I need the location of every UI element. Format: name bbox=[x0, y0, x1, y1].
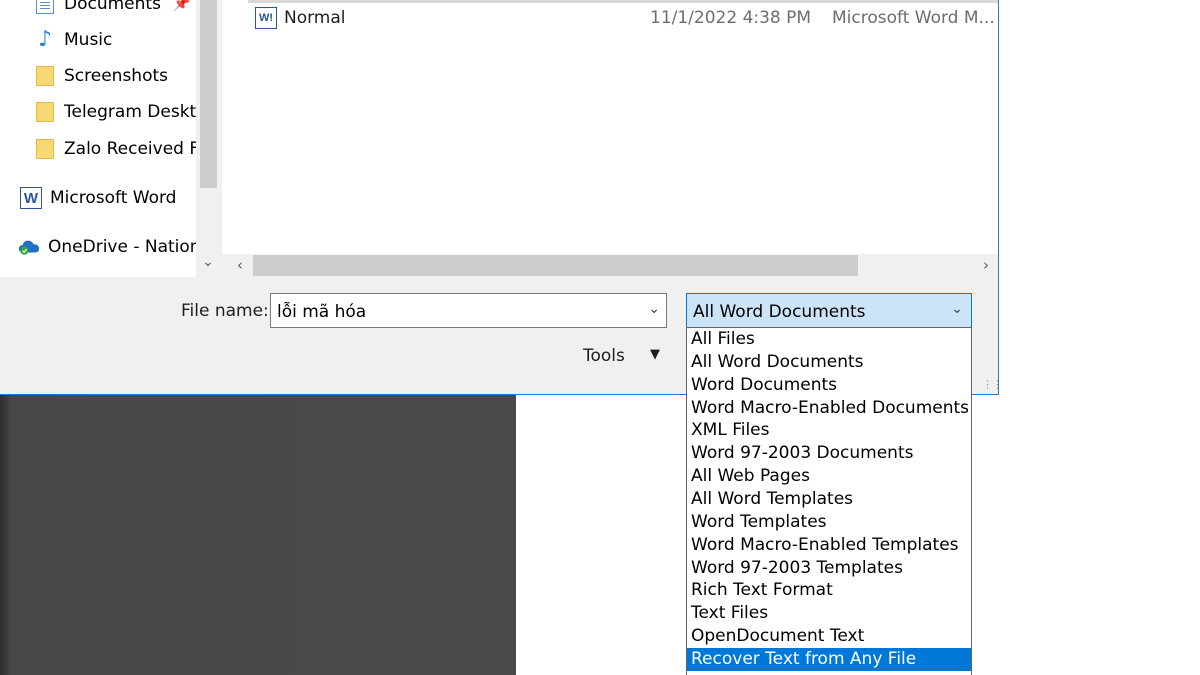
file-date: 11/1/2022 4:38 PM bbox=[650, 8, 812, 28]
folder-icon bbox=[34, 101, 56, 123]
file-type-option[interactable]: All Files bbox=[687, 328, 971, 351]
file-type-option[interactable]: Word Documents bbox=[687, 374, 971, 397]
chevron-down-icon[interactable]: ⌄ bbox=[196, 254, 220, 276]
nav-item-label: Zalo Received Fi bbox=[64, 139, 196, 159]
nav-item-label: Telegram Deskto bbox=[64, 102, 196, 122]
file-type-option[interactable]: All Word Documents bbox=[687, 351, 971, 374]
folder-icon bbox=[34, 65, 56, 87]
horizontal-scrollbar[interactable]: ‹ › bbox=[222, 254, 998, 277]
file-type-dropdown: All Files All Word Documents Word Document… bbox=[686, 327, 972, 675]
file-name-label: File name: bbox=[181, 301, 269, 321]
document-background bbox=[0, 395, 516, 675]
nav-item-label: OneDrive - Nation bbox=[48, 237, 196, 257]
file-type-option[interactable]: Word Macro-Enabled Documents bbox=[687, 397, 971, 420]
nav-item-telegram[interactable]: Telegram Deskto bbox=[34, 97, 196, 127]
navigation-pane: Documents 📌 ♪ Music Screenshots Telegram… bbox=[0, 0, 196, 277]
file-type-option[interactable]: All Web Pages bbox=[687, 465, 971, 488]
file-type-option[interactable]: Word 97-2003 Templates bbox=[687, 557, 971, 580]
folder-icon bbox=[34, 138, 56, 160]
nav-item-documents[interactable]: Documents 📌 bbox=[34, 0, 190, 19]
nav-item-label: Screenshots bbox=[64, 66, 169, 86]
horizontal-scroll-thumb[interactable] bbox=[253, 255, 858, 276]
file-type-selected: All Word Documents bbox=[693, 302, 866, 322]
word-document-icon: W! bbox=[255, 7, 277, 29]
file-type-option[interactable]: All Word Templates bbox=[687, 488, 971, 511]
chevron-right-icon[interactable]: › bbox=[976, 254, 996, 277]
file-type-option[interactable]: Word 97-2003 Documents bbox=[687, 442, 971, 465]
file-type-option[interactable]: Word Templates bbox=[687, 511, 971, 534]
dropdown-arrow-icon[interactable]: ▼ bbox=[650, 347, 660, 362]
nav-scroll-thumb[interactable] bbox=[200, 0, 217, 188]
nav-item-label: Documents bbox=[64, 0, 161, 14]
file-name-input[interactable]: lỗi mã hóa ⌄ bbox=[270, 293, 667, 328]
file-list: W! Normal 11/1/2022 4:38 PM Microsoft Wo… bbox=[222, 0, 998, 254]
list-divider bbox=[248, 0, 998, 3]
nav-item-label: Microsoft Word bbox=[50, 188, 177, 208]
nav-item-screenshots[interactable]: Screenshots bbox=[34, 61, 168, 91]
chevron-down-icon[interactable]: ⌄ bbox=[951, 301, 963, 317]
word-icon: W bbox=[20, 187, 42, 209]
file-type-option[interactable]: OpenDocument Text bbox=[687, 625, 971, 648]
pin-icon[interactable]: 📌 bbox=[173, 0, 190, 12]
file-row[interactable]: W! Normal 11/1/2022 4:38 PM Microsoft Wo… bbox=[248, 4, 998, 32]
documents-icon bbox=[34, 0, 56, 15]
file-name-value[interactable]: lỗi mã hóa bbox=[277, 302, 366, 322]
nav-item-onedrive[interactable]: OneDrive - Nation bbox=[18, 232, 196, 262]
file-type-option[interactable]: Word Macro-Enabled Templates bbox=[687, 534, 971, 557]
file-name: Normal bbox=[284, 8, 346, 28]
file-type-option[interactable]: Recover Text from Any File bbox=[687, 647, 971, 671]
file-type-option[interactable]: Rich Text Format bbox=[687, 579, 971, 602]
music-icon: ♪ bbox=[37, 27, 53, 52]
chevron-left-icon[interactable]: ‹ bbox=[230, 254, 250, 277]
file-type-option[interactable]: Text Files bbox=[687, 602, 971, 625]
nav-item-microsoft-word[interactable]: W Microsoft Word bbox=[20, 183, 176, 213]
chevron-down-icon[interactable]: ⌄ bbox=[648, 301, 660, 317]
resize-grip-icon[interactable]: ⋮⋮ bbox=[982, 378, 1003, 392]
file-type-filter[interactable]: All Word Documents ⌄ bbox=[686, 293, 972, 328]
file-type: Microsoft Word M... bbox=[832, 8, 995, 28]
onedrive-icon bbox=[18, 236, 40, 258]
file-type-option[interactable]: XML Files bbox=[687, 419, 971, 442]
nav-item-zalo[interactable]: Zalo Received Fi bbox=[34, 134, 196, 164]
tools-button[interactable]: Tools bbox=[583, 346, 625, 366]
nav-item-music[interactable]: ♪ Music bbox=[34, 25, 112, 55]
nav-scrollbar[interactable]: ⌄ bbox=[196, 0, 220, 277]
nav-item-label: Music bbox=[64, 30, 113, 50]
